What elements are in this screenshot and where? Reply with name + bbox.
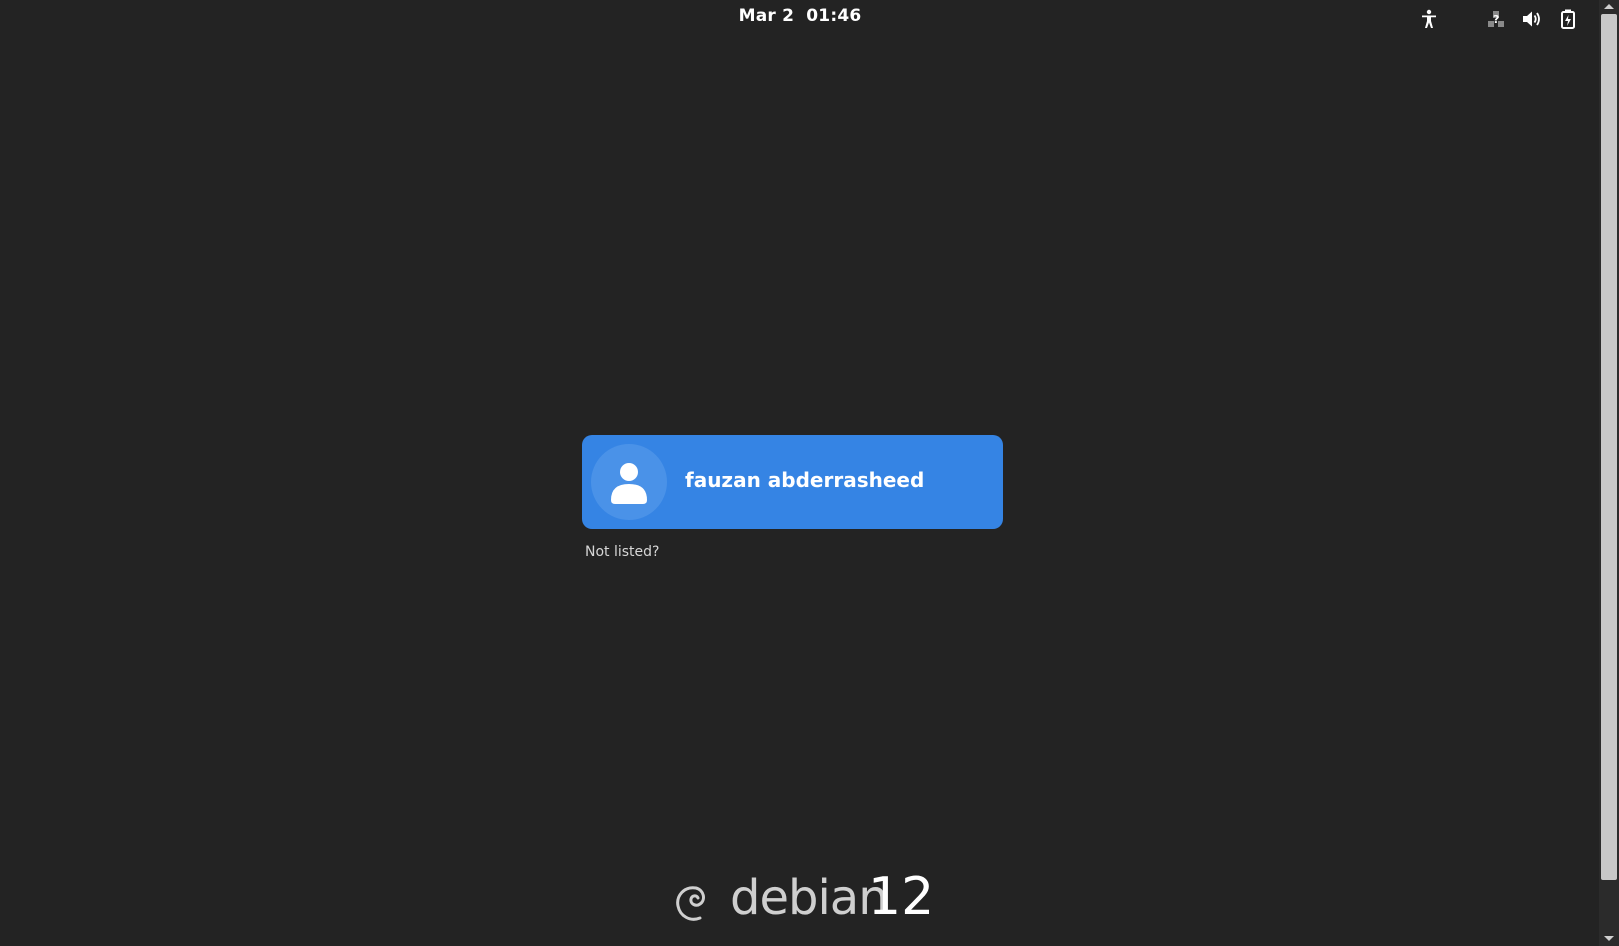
- distro-name: debian: [730, 870, 889, 926]
- clock[interactable]: Mar 2 01:46: [690, 6, 910, 26]
- clock-date: Mar 2: [738, 6, 795, 26]
- top-bar: Mar 2 01:46 ?: [0, 0, 1599, 38]
- scrollbar[interactable]: [1599, 0, 1619, 946]
- scroll-up-arrow-icon[interactable]: [1602, 1, 1616, 11]
- scroll-down-arrow-icon[interactable]: [1602, 934, 1616, 944]
- accessibility-icon[interactable]: [1418, 8, 1440, 30]
- svg-text:?: ?: [1493, 13, 1499, 26]
- clock-time: 01:46: [806, 6, 862, 26]
- not-listed-link[interactable]: Not listed?: [585, 544, 659, 560]
- network-unknown-icon[interactable]: ?: [1485, 8, 1507, 30]
- user-list-item[interactable]: fauzan abderrasheed: [582, 435, 1003, 529]
- user-name: fauzan abderrasheed: [685, 468, 925, 492]
- user-silhouette-icon: [611, 463, 647, 504]
- scroll-thumb[interactable]: [1601, 14, 1617, 880]
- distro-version: 12: [868, 867, 935, 927]
- battery-icon[interactable]: [1557, 8, 1579, 30]
- volume-icon[interactable]: [1521, 8, 1543, 30]
- debian-swirl-icon: [672, 878, 712, 924]
- user-avatar: [591, 444, 667, 520]
- login-screen: Mar 2 01:46 ? fauzan abderrasheed Not li…: [0, 0, 1619, 946]
- distro-logo: debian 12: [672, 868, 942, 928]
